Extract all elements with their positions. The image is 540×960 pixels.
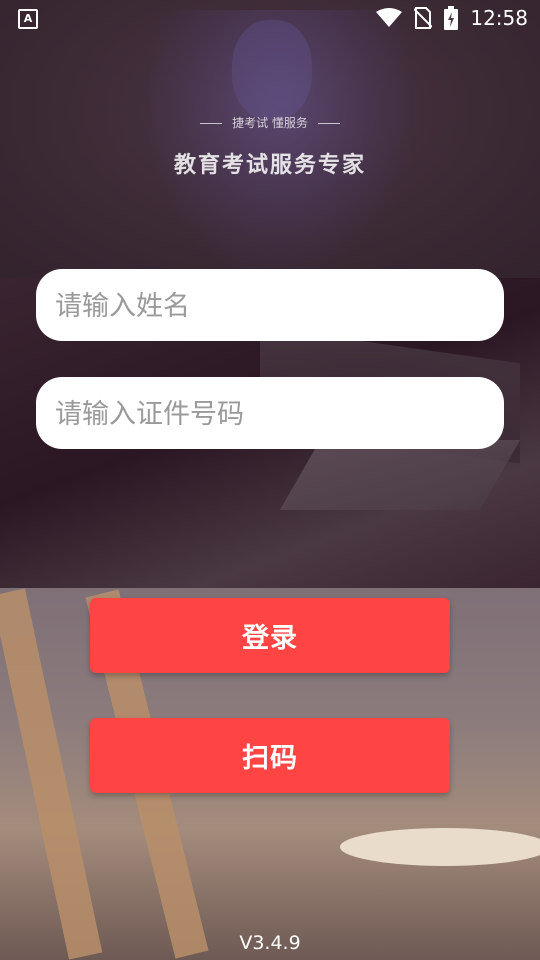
name-field [36,269,504,343]
palette-image [340,828,540,866]
name-input[interactable] [53,269,491,343]
wifi-icon [376,8,403,27]
no-sim-icon [414,7,433,29]
id-number-field [36,377,504,451]
banner-tagline: 捷考试 懂服务 [0,114,540,131]
battery-charging-icon [444,6,459,30]
status-icons: 12:58 [376,6,528,30]
banner-title: 教育考试服务专家 [173,153,366,178]
scan-button[interactable]: 扫码 [90,718,450,793]
login-button[interactable]: 登录 [90,598,450,673]
id-number-input[interactable] [53,377,491,451]
version-label: V3.4.9 [239,932,301,954]
accessibility-a-icon: A [18,9,38,29]
banner-tagline-text: 捷考试 懂服务 [232,116,308,130]
clock: 12:58 [470,6,528,30]
status-bar: A 12:58 [0,0,540,36]
